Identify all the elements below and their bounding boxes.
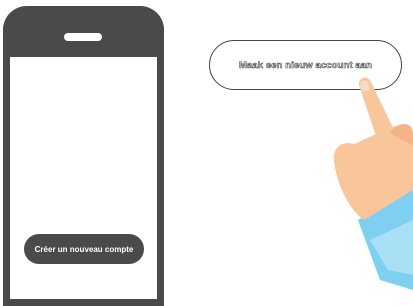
pointing-hand-icon: [333, 77, 413, 290]
phone-speaker-icon: [64, 33, 102, 41]
create-account-button[interactable]: Créer un nouveau compte: [24, 234, 144, 264]
phone-top-bezel: [3, 6, 164, 57]
phone-illustration: Créer un nouveau compte: [3, 6, 164, 306]
bubble-label: Maak een nieuw account aan: [238, 59, 373, 71]
